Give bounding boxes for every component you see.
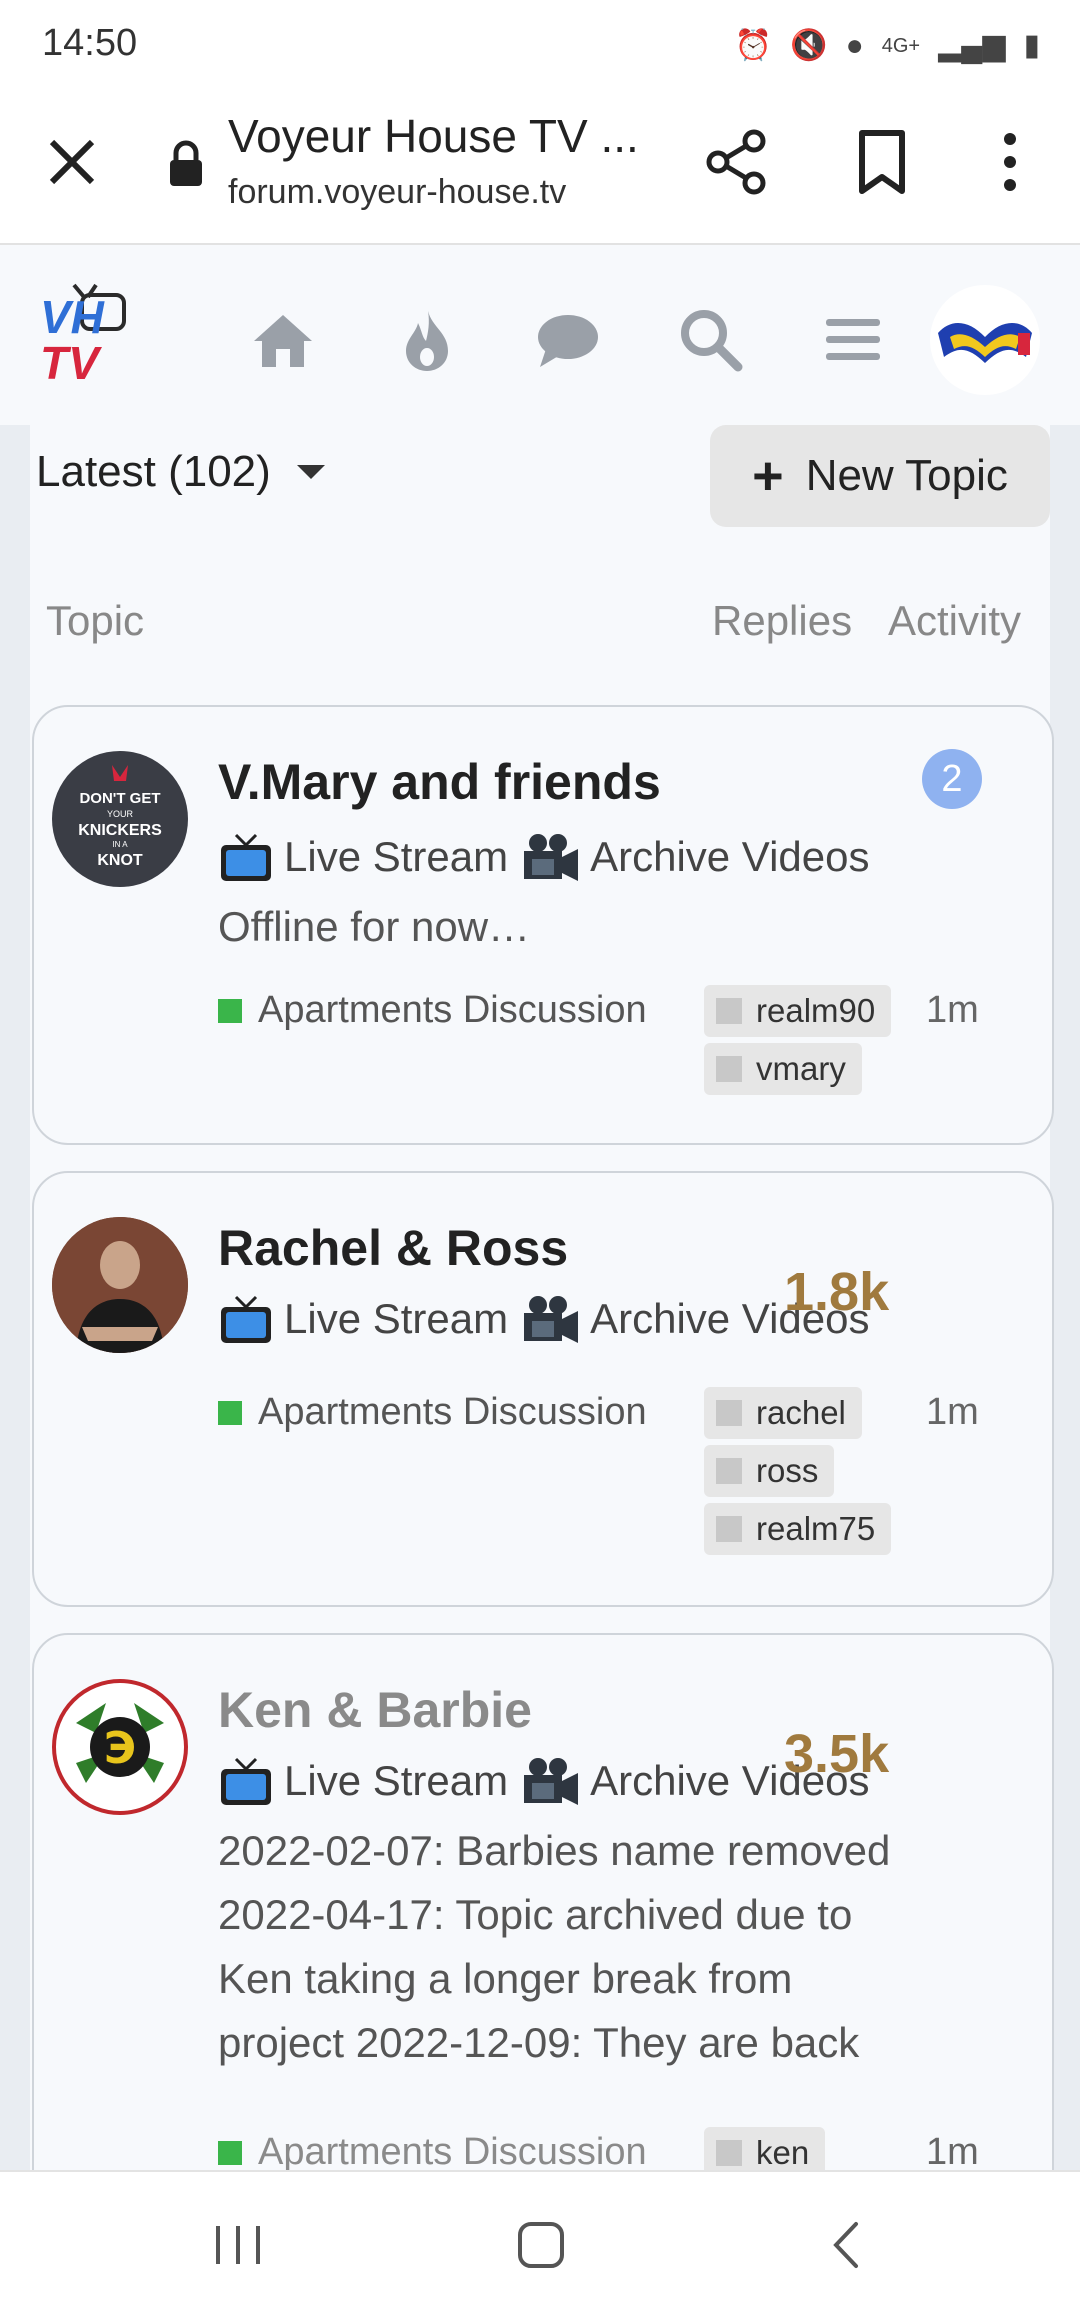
category-label: Apartments Discussion — [258, 1391, 647, 1433]
tv-icon — [221, 1295, 271, 1343]
network-label: 4G+ — [881, 35, 921, 57]
category-label: Apartments Discussion — [258, 2131, 647, 2170]
tag[interactable]: vmary — [704, 1043, 862, 1095]
lock-icon — [170, 140, 202, 186]
topic-excerpt: Offline for now… — [218, 903, 531, 950]
topic-row[interactable]: DON'T GET YOUR KNICKERS IN A KNOT V.Mary… — [32, 705, 1054, 1145]
page-url[interactable]: forum.voyeur-house.tv — [228, 173, 566, 212]
system-nav-bar — [0, 2170, 1080, 2316]
home-icon[interactable] — [248, 305, 318, 375]
category-link[interactable]: Apartments Discussion — [218, 989, 647, 1032]
chat-icon[interactable] — [532, 305, 602, 375]
battery-icon: ▮ — [1023, 29, 1040, 62]
status-time: 14:50 — [42, 22, 138, 64]
category-color-swatch — [218, 998, 242, 1023]
topic-title[interactable]: Ken & Barbie — [218, 1681, 532, 1739]
live-stream-link[interactable]: Live Stream — [284, 1757, 508, 1805]
home-button-icon[interactable] — [508, 2212, 574, 2278]
topic-excerpt: 2022-02-07: Barbies name removed 2022-04… — [218, 1819, 978, 2075]
fire-icon[interactable] — [392, 305, 462, 375]
close-icon[interactable] — [40, 130, 104, 194]
column-header-replies[interactable]: Replies — [712, 597, 852, 645]
camera-icon — [524, 1296, 579, 1343]
tv-icon — [221, 1757, 271, 1805]
topic-title[interactable]: V.Mary and friends — [218, 753, 661, 811]
svg-text:YOUR: YOUR — [107, 809, 134, 819]
tag[interactable]: realm90 — [704, 985, 892, 1037]
tag[interactable]: rachel — [704, 1387, 862, 1439]
site-header: VH TV — [0, 245, 1080, 425]
excerpt-line: 2022-02-07: Barbies name removed — [218, 1827, 891, 1874]
hamburger-icon[interactable] — [818, 305, 888, 375]
svg-text:IN A: IN A — [112, 840, 128, 849]
svg-text:DON'T GET: DON'T GET — [79, 790, 160, 807]
excerpt-line: Ken taking a longer break from — [218, 1955, 793, 2002]
latest-filter-label: Latest (102) — [36, 447, 271, 496]
topic-avatar[interactable]: Э — [52, 1679, 188, 1815]
bookmark-icon[interactable] — [852, 125, 912, 199]
topic-links: Live Stream Archive Videos — [218, 1293, 869, 1345]
topic-title[interactable]: Rachel & Ross — [218, 1219, 568, 1277]
chevron-down-icon — [296, 465, 325, 479]
tv-icon — [221, 833, 271, 881]
more-icon[interactable] — [990, 125, 1030, 199]
category-label: Apartments Discussion — [258, 989, 647, 1031]
page-title[interactable]: Voyeur House TV ... — [228, 109, 639, 163]
unread-badge[interactable]: 2 — [922, 749, 982, 809]
svg-text:KNOT: KNOT — [97, 852, 143, 869]
category-color-swatch — [218, 2140, 242, 2165]
camera-icon — [524, 1758, 579, 1805]
svg-text:Э: Э — [104, 1723, 136, 1774]
share-icon[interactable] — [700, 125, 774, 199]
topic-avatar[interactable] — [52, 1217, 188, 1353]
live-stream-link[interactable]: Live Stream — [284, 833, 508, 881]
activity-time[interactable]: 1m — [926, 1391, 979, 1434]
alarm-icon: ⏰ — [734, 29, 773, 62]
site-logo[interactable]: VH TV — [38, 275, 134, 385]
logo-vh: VH — [40, 291, 105, 343]
location-icon: ● — [845, 29, 864, 62]
signal-icon: ▂▄▆ — [938, 29, 1006, 62]
excerpt-line: project 2022-12-09: They are back — [218, 2019, 860, 2066]
reply-count[interactable]: 3.5k — [784, 1723, 889, 1785]
user-avatar[interactable] — [930, 285, 1040, 395]
camera-icon — [524, 834, 579, 881]
status-icons: ⏰ 🔇 ● 4G+ ▂▄▆ ▮ — [735, 28, 1040, 64]
tag[interactable]: realm75 — [704, 1503, 892, 1555]
topic-avatar[interactable]: DON'T GET YOUR KNICKERS IN A KNOT — [52, 751, 188, 887]
recent-apps-icon[interactable] — [210, 2212, 266, 2278]
activity-time[interactable]: 1m — [926, 2131, 979, 2170]
topic-row[interactable]: Э Ken & Barbie Live Stream Archive Video… — [32, 1633, 1054, 2170]
new-topic-label: New Topic — [805, 451, 1008, 500]
tag[interactable]: ross — [704, 1445, 835, 1497]
browser-toolbar: Voyeur House TV ... forum.voyeur-house.t… — [0, 95, 1080, 245]
latest-filter-dropdown[interactable]: Latest (102) — [36, 447, 325, 497]
archive-videos-link[interactable]: Archive Videos — [590, 833, 869, 881]
tag[interactable]: ken — [704, 2127, 826, 2170]
column-header-activity[interactable]: Activity — [888, 597, 1021, 645]
live-stream-link[interactable]: Live Stream — [284, 1295, 508, 1343]
mute-icon: 🔇 — [790, 29, 828, 62]
category-link[interactable]: Apartments Discussion — [218, 1391, 647, 1434]
svg-text:KNICKERS: KNICKERS — [78, 822, 162, 839]
reply-count[interactable]: 1.8k — [784, 1261, 889, 1323]
excerpt-line: 2022-04-17: Topic archived due to — [218, 1891, 853, 1938]
logo-tv: TV — [40, 337, 102, 385]
new-topic-button[interactable]: + New Topic — [710, 425, 1050, 527]
category-color-swatch — [218, 1400, 242, 1425]
topic-list-area: Latest (102) + New Topic Topic Replies A… — [0, 425, 1080, 2170]
topic-links: Live Stream Archive Videos — [218, 831, 869, 883]
activity-time[interactable]: 1m — [926, 989, 979, 1032]
back-icon[interactable] — [820, 2212, 870, 2278]
plus-icon: + — [752, 446, 784, 506]
column-header-topic[interactable]: Topic — [46, 597, 144, 645]
search-icon[interactable] — [676, 305, 746, 375]
category-link[interactable]: Apartments Discussion — [218, 2131, 647, 2170]
topic-row[interactable]: Rachel & Ross Live Stream Archive Videos… — [32, 1171, 1054, 1607]
topic-links: Live Stream Archive Videos — [218, 1755, 869, 1807]
status-bar: 14:50 ⏰ 🔇 ● 4G+ ▂▄▆ ▮ — [0, 0, 1080, 95]
